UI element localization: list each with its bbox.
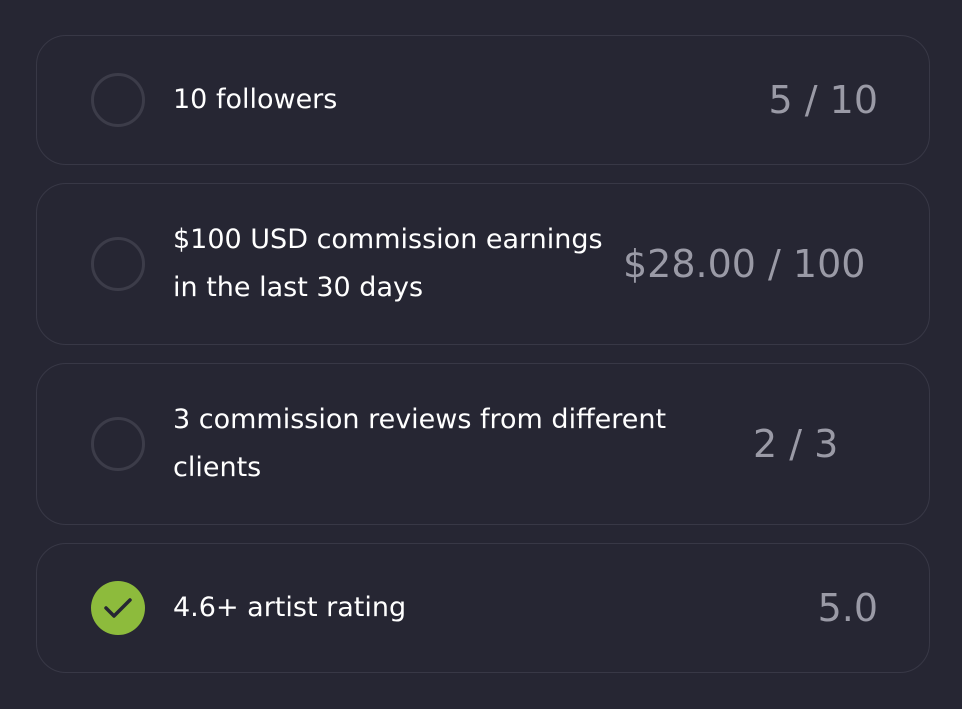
goal-progress: 5 / 10 (768, 78, 879, 122)
goal-progress: $28.00 / 100 (623, 242, 866, 286)
goal-label: 3 commission reviews from different clie… (173, 404, 667, 483)
goal-card: 3 commission reviews from different clie… (36, 363, 930, 525)
empty-circle-icon (91, 417, 145, 471)
empty-circle-icon (91, 237, 145, 291)
goals-list: 10 followers 5 / 10 $100 USD commission … (0, 0, 962, 709)
goal-label: 10 followers (173, 84, 338, 115)
goal-progress: 2 / 3 (753, 422, 839, 466)
check-circle-icon (91, 581, 145, 635)
empty-circle-icon (91, 73, 145, 127)
goal-card: 10 followers 5 / 10 (36, 35, 930, 165)
checkmark-icon (104, 598, 132, 618)
goal-progress: 5.0 (817, 586, 878, 630)
goal-label: 4.6+ artist rating (173, 592, 407, 623)
goal-card: 4.6+ artist rating 5.0 (36, 543, 930, 673)
goal-card: $100 USD commission earnings in the last… (36, 183, 930, 345)
goal-label: $100 USD commission earnings in the last… (173, 224, 603, 303)
